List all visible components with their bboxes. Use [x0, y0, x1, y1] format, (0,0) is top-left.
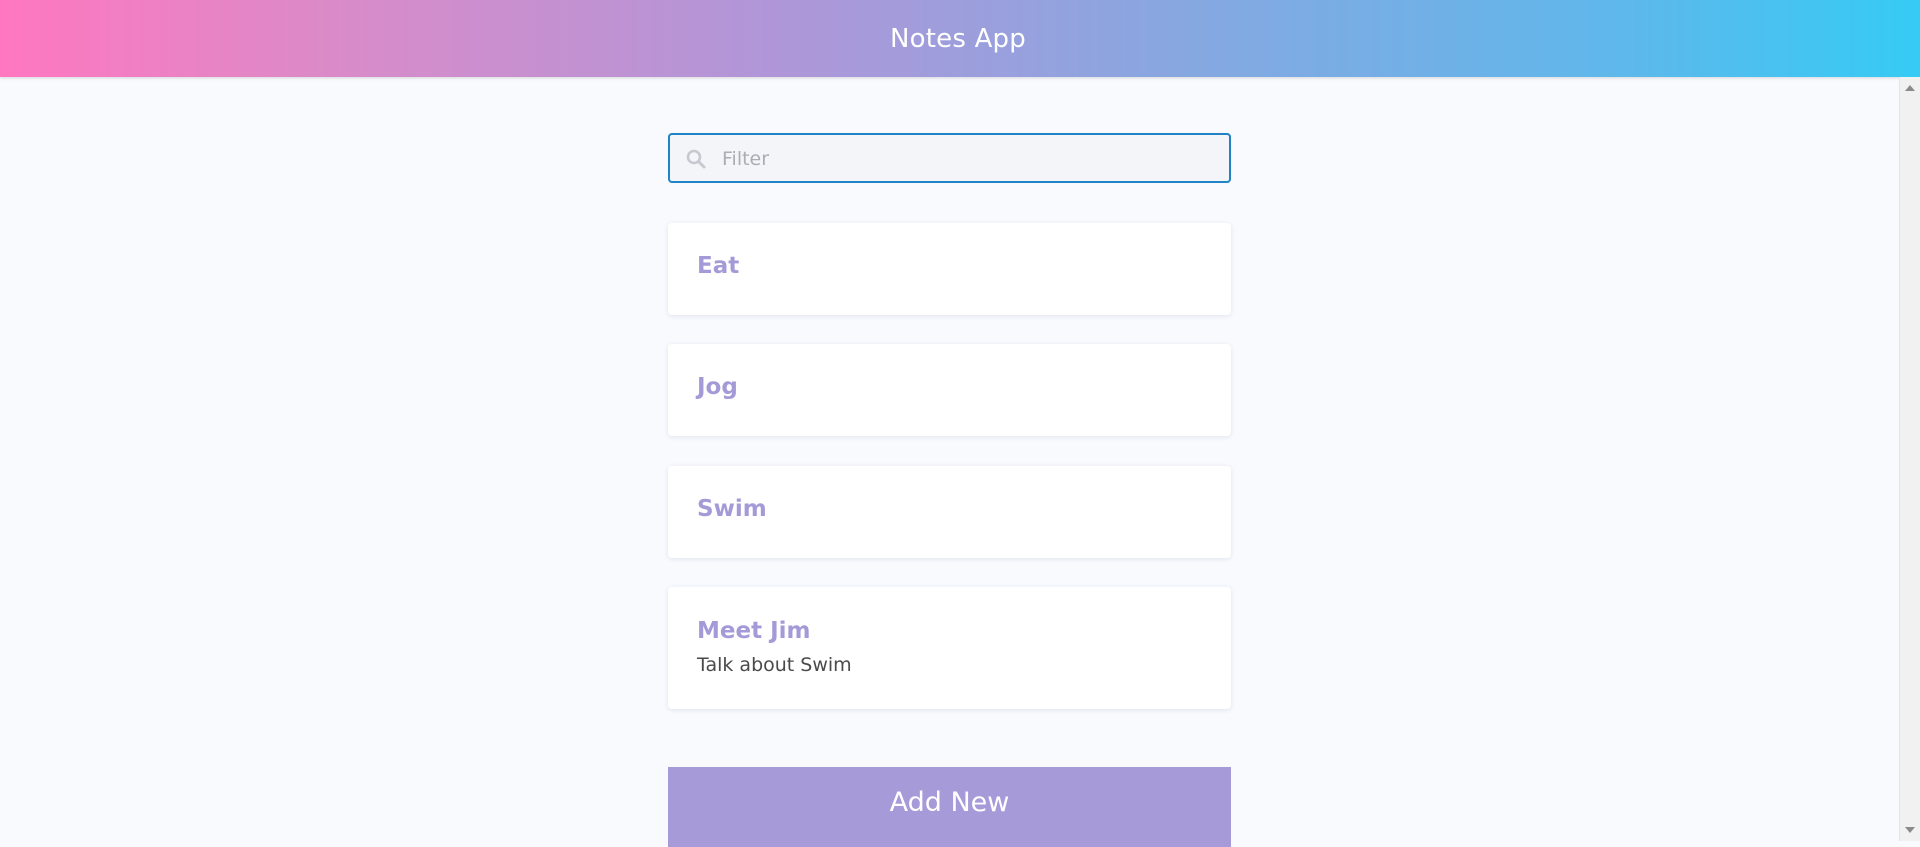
page-scrollbar[interactable]: [1899, 77, 1920, 841]
note-title: Meet Jim: [697, 618, 811, 644]
scroll-up-icon[interactable]: [1905, 85, 1915, 91]
search-icon: [686, 149, 706, 169]
note-card[interactable]: Swim: [668, 466, 1231, 558]
note-title: Jog: [697, 374, 738, 400]
app-title: Notes App: [890, 23, 1026, 54]
note-card[interactable]: Meet Jim Talk about Swim: [668, 587, 1231, 709]
app-header: Notes App: [0, 0, 1920, 77]
note-title: Eat: [697, 253, 740, 279]
filter-input[interactable]: [720, 135, 1224, 183]
note-card[interactable]: Jog: [668, 344, 1231, 436]
note-body: Talk about Swim: [697, 654, 852, 676]
scroll-down-icon[interactable]: [1905, 827, 1915, 833]
note-title: Swim: [697, 496, 767, 522]
add-new-button[interactable]: Add New: [668, 767, 1231, 847]
notes-panel: Eat Jog Swim Meet Jim Talk about Swim Ad…: [668, 133, 1231, 847]
note-card[interactable]: Eat: [668, 223, 1231, 315]
filter-field[interactable]: [668, 133, 1231, 183]
